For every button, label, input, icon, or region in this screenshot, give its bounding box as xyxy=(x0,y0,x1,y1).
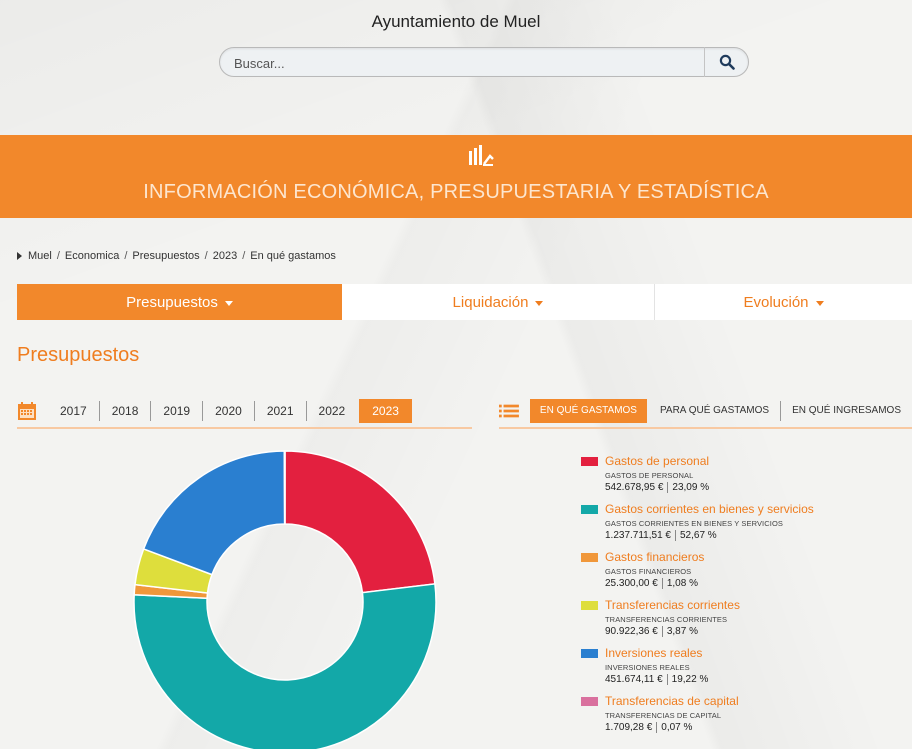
year-2023[interactable]: 2023 xyxy=(359,399,412,423)
breadcrumb-separator: / xyxy=(56,250,60,262)
breadcrumb-item[interactable]: 2023 xyxy=(213,250,237,262)
legend-amount: 451.674,11 € xyxy=(605,674,663,685)
legend-swatch xyxy=(581,457,598,466)
year-2021[interactable]: 2021 xyxy=(255,401,307,421)
section-banner: INFORMACIÓN ECONÓMICA, PRESUPUESTARIA Y … xyxy=(0,135,912,218)
breadcrumb-separator: / xyxy=(204,250,208,262)
breadcrumb-separator: / xyxy=(124,250,128,262)
search-icon xyxy=(719,54,735,70)
legend-amount: 90.922,36 € xyxy=(605,626,658,637)
legend-item[interactable]: Gastos corrientes en bienes y servicios G… xyxy=(581,502,911,550)
year-selector: 2017 2018 2019 2020 2021 2022 2023 xyxy=(17,395,472,429)
year-2022[interactable]: 2022 xyxy=(307,401,358,421)
view-tab-para-que-gastamos[interactable]: PARA QUÉ GASTAMOS xyxy=(649,401,782,421)
legend-percentage: 52,67 % xyxy=(675,530,717,541)
legend-values: 90.922,36 €3,87 % xyxy=(605,626,698,637)
legend-item[interactable]: Transferencias corrientes TRANSFERENCIAS … xyxy=(581,598,911,646)
year-2017[interactable]: 2017 xyxy=(48,401,100,421)
legend-amount: 542.678,95 € xyxy=(605,482,664,493)
donut-slice[interactable] xyxy=(284,450,436,594)
legend-percentage: 23,09 % xyxy=(667,482,709,493)
legend-values: 451.674,11 €19,22 % xyxy=(605,674,708,685)
breadcrumb-arrow-icon xyxy=(17,252,22,260)
caret-down-icon xyxy=(815,300,824,306)
search-button[interactable] xyxy=(704,47,748,77)
breadcrumb-current: En qué gastamos xyxy=(250,250,336,262)
legend-item[interactable]: Gastos de personal GASTOS DE PERSONAL 542.… xyxy=(581,454,911,502)
breadcrumb-separator: / xyxy=(242,250,246,262)
search-box xyxy=(219,47,749,77)
legend-title[interactable]: Inversiones reales xyxy=(605,646,702,660)
legend-swatch xyxy=(581,601,598,610)
main-tabs: Presupuestos Liquidación Evolución xyxy=(17,284,912,320)
legend-swatch xyxy=(581,505,598,514)
donut-slice[interactable] xyxy=(283,450,286,525)
legend-values: 1.237.711,51 € 52,67 % xyxy=(605,530,717,541)
breadcrumb-item[interactable]: Economica xyxy=(65,250,119,262)
legend-percentage: 0,07 % xyxy=(656,722,692,733)
search-input[interactable] xyxy=(234,53,704,73)
donut-slice[interactable] xyxy=(142,450,286,576)
legend-subtitle: GASTOS FINANCIEROS xyxy=(605,567,692,576)
legend-amount: 1.237.711,51 € xyxy=(605,530,671,541)
legend-percentage: 19,22 % xyxy=(666,674,708,685)
legend-subtitle: INVERSIONES REALES xyxy=(605,663,690,672)
legend-item[interactable]: Transferencias de capital TRANSFERENCIAS … xyxy=(581,694,911,742)
legend-subtitle: TRANSFERENCIAS CORRIENTES xyxy=(605,615,728,624)
year-2020[interactable]: 2020 xyxy=(203,401,255,421)
legend-values: 25.300,00 €1,08 % xyxy=(605,578,698,589)
legend-values: 542.678,95 €23,09 % xyxy=(605,482,709,493)
legend-title[interactable]: Gastos financieros xyxy=(605,550,704,564)
donut-chart xyxy=(133,450,437,749)
tab-presupuestos[interactable]: Presupuestos xyxy=(17,284,342,320)
tab-evolucion[interactable]: Evolución xyxy=(655,284,912,320)
section-title: Presupuestos xyxy=(17,344,140,366)
legend-percentage: 1,08 % xyxy=(661,578,698,589)
chart-legend: Gastos de personal GASTOS DE PERSONAL 542.… xyxy=(581,454,911,742)
legend-title[interactable]: Gastos corrientes en bienes y servicios xyxy=(605,502,814,516)
caret-down-icon xyxy=(224,300,233,306)
year-2019[interactable]: 2019 xyxy=(151,401,204,421)
tab-liquidacion[interactable]: Liquidación xyxy=(342,284,655,320)
legend-values: 1.709,28 €0,07 % xyxy=(605,722,692,733)
legend-item[interactable]: Inversiones reales INVERSIONES REALES 451.… xyxy=(581,646,911,694)
bar-chart-icon xyxy=(469,145,494,166)
site-header: Ayuntamiento de Muel xyxy=(0,0,912,135)
legend-subtitle: GASTOS DE PERSONAL xyxy=(605,471,694,480)
year-2018[interactable]: 2018 xyxy=(100,401,152,421)
legend-title[interactable]: Gastos de personal xyxy=(605,454,709,468)
legend-subtitle: TRANSFERENCIAS DE CAPITAL xyxy=(605,711,722,720)
calendar-icon xyxy=(18,402,36,420)
donut-slice[interactable] xyxy=(133,583,437,749)
tab-label: Presupuestos xyxy=(126,293,218,311)
legend-amount: 1.709,28 € xyxy=(605,722,653,733)
view-tab-en-que-gastamos[interactable]: EN QUÉ GASTAMOS xyxy=(529,399,647,423)
breadcrumb-item[interactable]: Presupuestos xyxy=(132,250,199,262)
site-title[interactable]: Ayuntamiento de Muel xyxy=(0,12,912,32)
tab-label: Evolución xyxy=(743,293,809,311)
caret-down-icon xyxy=(535,300,544,306)
legend-item[interactable]: Gastos financieros GASTOS FINANCIEROS 25.3… xyxy=(581,550,911,598)
tab-label: Liquidación xyxy=(452,293,529,311)
breadcrumb-item[interactable]: Muel xyxy=(28,250,52,262)
legend-amount: 25.300,00 € xyxy=(605,578,658,589)
legend-title[interactable]: Transferencias de capital xyxy=(605,694,739,708)
view-selector: EN QUÉ GASTAMOS PARA QUÉ GASTAMOS EN QUÉ… xyxy=(499,395,912,429)
list-icon xyxy=(499,404,519,418)
banner-title: INFORMACIÓN ECONÓMICA, PRESUPUESTARIA Y … xyxy=(143,181,769,203)
legend-swatch xyxy=(581,697,598,706)
view-tab-en-que-ingresamos[interactable]: EN QUÉ INGRESAMOS xyxy=(781,401,912,421)
legend-swatch xyxy=(581,649,598,658)
legend-percentage: 3,87 % xyxy=(661,626,698,637)
legend-swatch xyxy=(581,553,598,562)
legend-title[interactable]: Transferencias corrientes xyxy=(605,598,740,612)
breadcrumb: Muel / Economica / Presupuestos / 2023 /… xyxy=(17,250,336,262)
legend-subtitle: GASTOS CORRIENTES EN BIENES Y SERVICIOS xyxy=(605,519,783,528)
